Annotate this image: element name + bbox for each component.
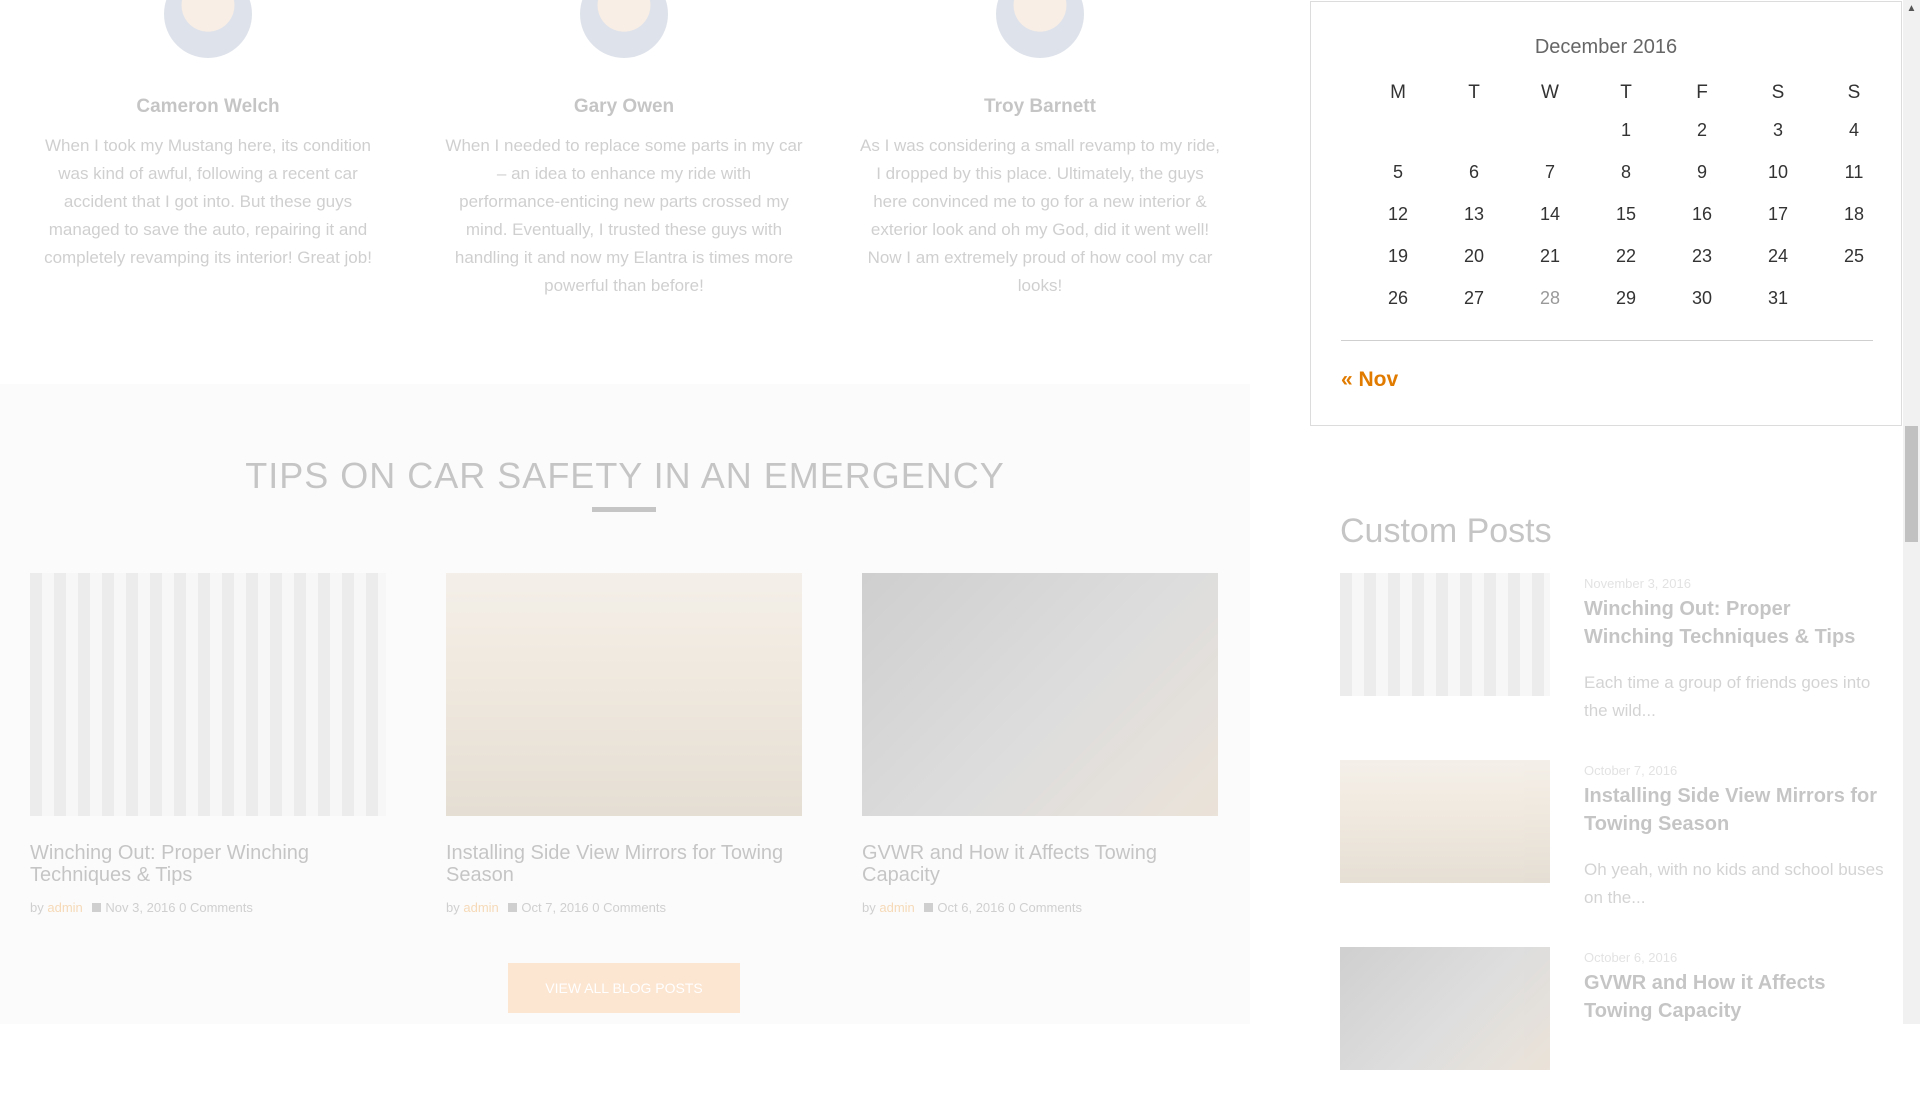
post-thumbnail[interactable] — [1340, 760, 1550, 883]
by-label: by — [30, 900, 44, 915]
weekday-header: F — [1696, 82, 1708, 103]
calendar-day: 30 — [1691, 288, 1713, 308]
calendar-day: 19 — [1387, 246, 1409, 266]
comments-link[interactable]: 0 Comments — [1008, 900, 1082, 915]
list-item: November 3, 2016 Winching Out: Proper Wi… — [1340, 573, 1900, 733]
avatar — [580, 0, 668, 58]
post-date: November 3, 2016 — [1584, 576, 1691, 591]
author-link[interactable]: admin — [47, 900, 82, 915]
calendar-day: 15 — [1615, 204, 1637, 224]
list-item: October 7, 2016 Installing Side View Mir… — [1340, 760, 1900, 920]
calendar-day: 7 — [1544, 162, 1555, 182]
calendar-day: 17 — [1767, 204, 1789, 224]
calendar-day-today: 28 — [1539, 288, 1561, 308]
post-date: October 6, 2016 — [1584, 950, 1678, 965]
calendar-day: 2 — [1696, 120, 1707, 140]
weekday-header: W — [1541, 82, 1559, 103]
calendar-day: 18 — [1843, 204, 1865, 224]
calendar-day: 16 — [1691, 204, 1713, 224]
by-label: by — [446, 900, 460, 915]
post-title-link[interactable]: GVWR and How it Affects Towing Capacity — [1584, 969, 1884, 1025]
title-underline — [592, 507, 656, 512]
custom-posts-widget: Custom Posts November 3, 2016 Winching O… — [1340, 480, 1900, 1070]
author-link[interactable]: admin — [879, 900, 914, 915]
post-date: Nov 3, 2016 — [105, 900, 176, 915]
calendar-icon — [92, 903, 102, 912]
custom-posts-title: Custom Posts — [1340, 512, 1552, 550]
calendar-day: 4 — [1848, 120, 1859, 140]
weekday-header: T — [1468, 82, 1480, 103]
main-content: Cameron Welch Gary Owen Troy Barnett Whe… — [0, 0, 1250, 1024]
previous-month-link[interactable]: « Nov — [1341, 368, 1398, 392]
calendar-day: 26 — [1387, 288, 1409, 308]
testimonial-name: Gary Owen — [573, 96, 675, 117]
list-item: October 6, 2016 GVWR and How it Affects … — [1340, 947, 1900, 1107]
calendar-icon — [924, 903, 934, 912]
post-title-link[interactable]: Installing Side View Mirrors for Towing … — [446, 842, 802, 886]
post-excerpt: Each time a group of friends goes into t… — [1584, 673, 1871, 720]
post-title-link[interactable]: Winching Out: Proper Winching Techniques… — [30, 842, 386, 886]
post-image[interactable] — [862, 573, 1218, 816]
calendar-day: 3 — [1772, 120, 1783, 140]
calendar-divider — [1341, 340, 1873, 341]
calendar-day: 31 — [1767, 288, 1789, 308]
weekday-header: S — [1847, 82, 1861, 103]
calendar-day: 20 — [1463, 246, 1485, 266]
calendar-day: 13 — [1463, 204, 1485, 224]
calendar-day: 5 — [1392, 162, 1403, 182]
testimonial-quote: When I took my Mustang here, its conditi… — [44, 136, 372, 267]
by-label: by — [862, 900, 876, 915]
calendar-day: 25 — [1843, 246, 1865, 266]
calendar-icon — [508, 903, 518, 912]
scrollbar-thumb[interactable] — [1905, 426, 1918, 542]
post-excerpt: Oh yeah, with no kids and school buses o… — [1584, 860, 1884, 907]
calendar-day: 10 — [1767, 162, 1789, 182]
post-date: Oct 6, 2016 — [937, 900, 1005, 915]
author-link[interactable]: admin — [463, 900, 498, 915]
post-image[interactable] — [30, 573, 386, 816]
post-thumbnail[interactable] — [1340, 947, 1550, 1070]
calendar-day: 24 — [1767, 246, 1789, 266]
weekday-header: S — [1771, 82, 1785, 103]
calendar-day: 11 — [1844, 162, 1864, 182]
post-title-link[interactable]: Installing Side View Mirrors for Towing … — [1584, 782, 1884, 838]
calendar-day: 23 — [1691, 246, 1713, 266]
calendar-day: 22 — [1615, 246, 1637, 266]
calendar-day: 8 — [1620, 162, 1631, 182]
post-meta: by admin Oct 7, 2016 0 Comments — [446, 900, 802, 915]
post-title-link[interactable]: GVWR and How it Affects Towing Capacity — [862, 842, 1218, 886]
calendar-day: 14 — [1539, 204, 1561, 224]
calendar-day: 1 — [1620, 120, 1631, 140]
calendar-day: 27 — [1463, 288, 1485, 308]
avatar — [164, 0, 252, 58]
calendar-caption: December 2016 — [1534, 36, 1678, 58]
blog-section-title: TIPS ON CAR SAFETY IN AN EMERGENCY — [245, 455, 1005, 496]
post-date: Oct 7, 2016 — [521, 900, 589, 915]
comments-link[interactable]: 0 Comments — [592, 900, 666, 915]
scroll-up-arrow-icon[interactable]: ▲ — [1903, 0, 1920, 17]
testimonial-quote: As I was considering a small revamp to m… — [860, 136, 1220, 295]
testimonial-name: Cameron Welch — [136, 96, 280, 117]
calendar-day: 9 — [1696, 162, 1707, 182]
avatar — [996, 0, 1084, 58]
post-date: October 7, 2016 — [1584, 763, 1678, 778]
calendar-widget: December 2016 M T W T F S S 1 2 3 4 5 6 7 8 9 10 1… — [1310, 1, 1902, 426]
testimonial-quote: When I needed to replace some parts in m… — [445, 136, 803, 295]
calendar-day: 29 — [1615, 288, 1637, 308]
view-all-posts-button[interactable]: VIEW ALL BLOG POSTS — [508, 963, 740, 1013]
testimonial-name: Troy Barnett — [984, 96, 1096, 117]
post-image[interactable] — [446, 573, 802, 816]
calendar-day: 12 — [1387, 204, 1409, 224]
post-meta: by admin Nov 3, 2016 0 Comments — [30, 900, 386, 915]
scrollbar[interactable]: ▲ — [1903, 0, 1920, 1024]
calendar-day: 6 — [1468, 162, 1479, 182]
post-thumbnail[interactable] — [1340, 573, 1550, 696]
post-meta: by admin Oct 6, 2016 0 Comments — [862, 900, 1218, 915]
weekday-header: M — [1390, 82, 1406, 103]
weekday-header: T — [1620, 82, 1632, 103]
comments-link[interactable]: 0 Comments — [179, 900, 253, 915]
post-title-link[interactable]: Winching Out: Proper Winching Techniques… — [1584, 595, 1884, 651]
calendar-day: 21 — [1539, 246, 1561, 266]
